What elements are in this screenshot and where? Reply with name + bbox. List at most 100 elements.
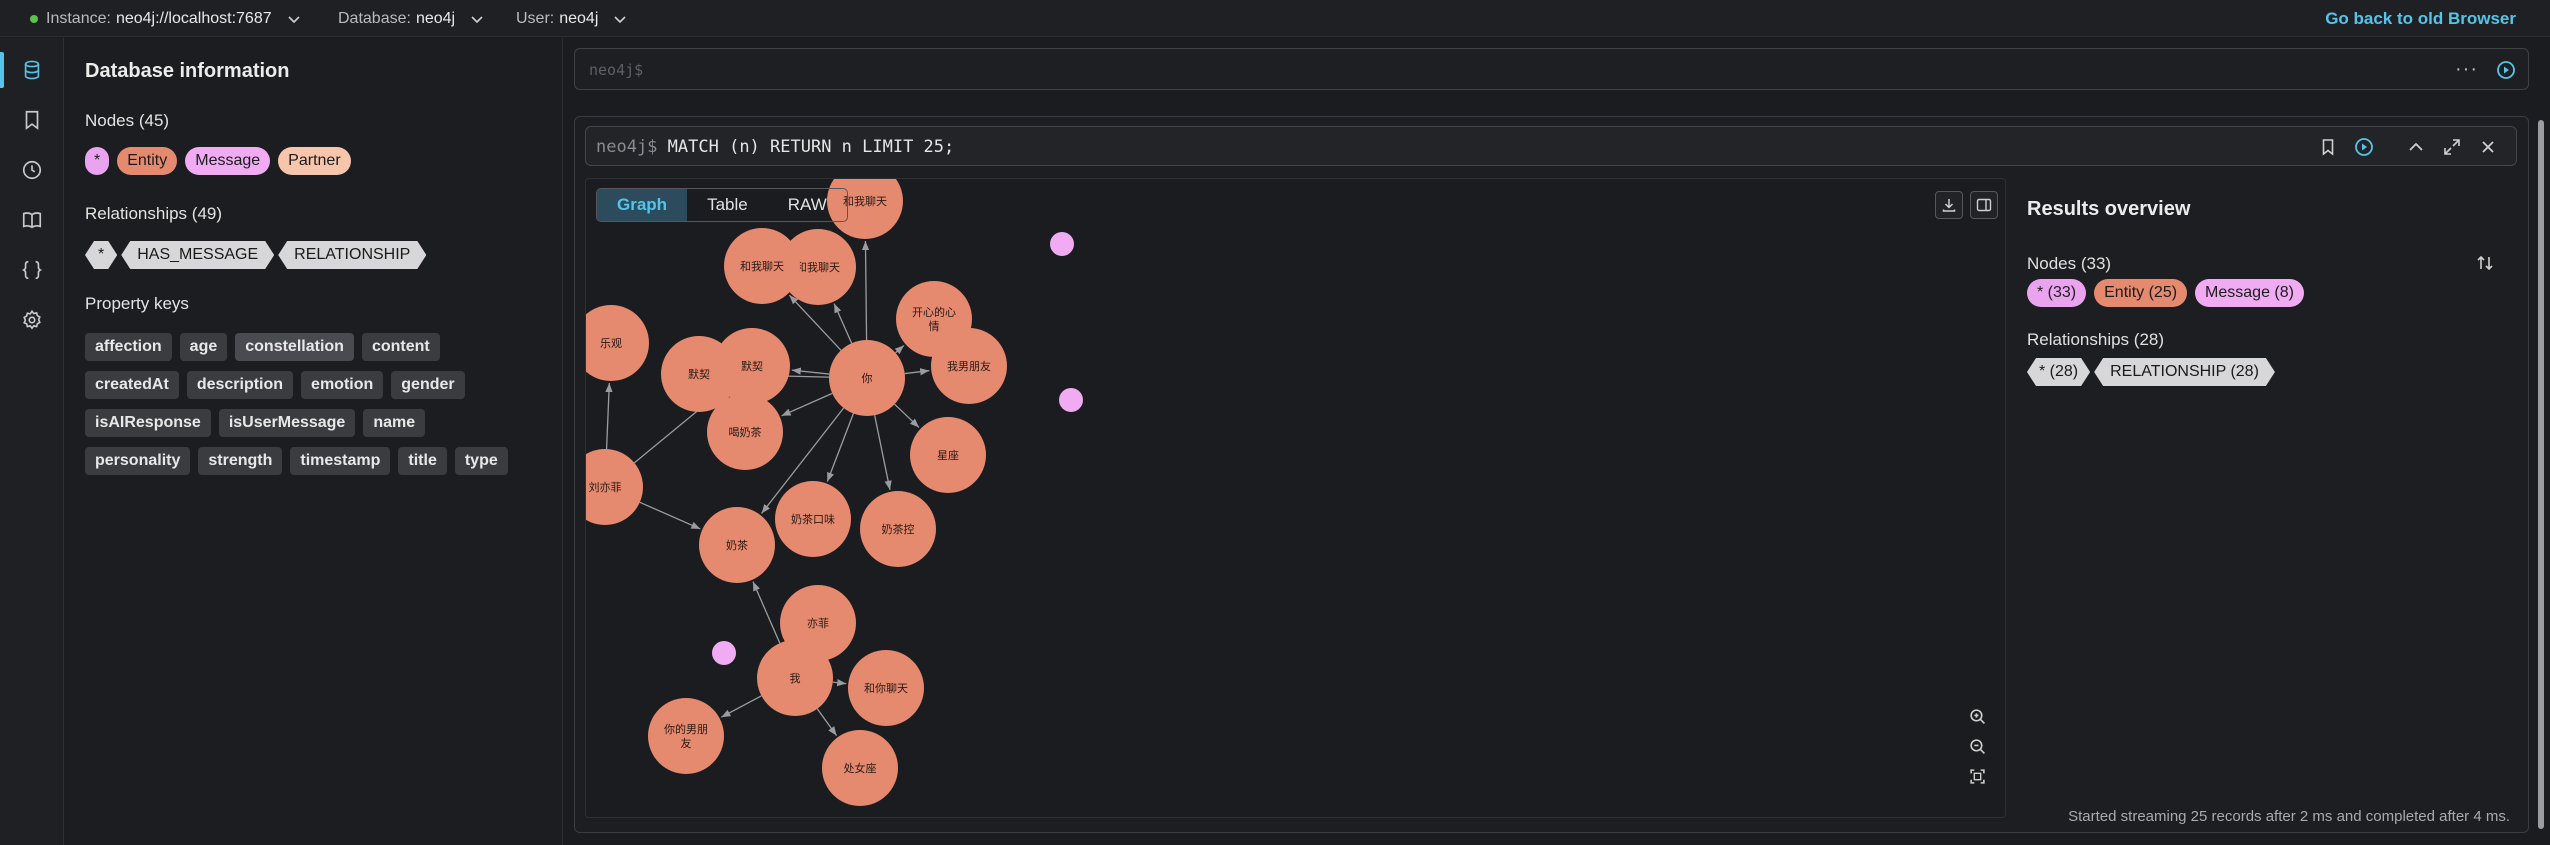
- scrollbar[interactable]: [2536, 116, 2546, 833]
- relationship-type-chip[interactable]: HAS_MESSAGE: [121, 241, 274, 269]
- user-selector[interactable]: User: neo4j: [516, 0, 628, 37]
- graph-node-label: 你: [862, 372, 873, 385]
- graph-node-entity[interactable]: 我: [757, 640, 833, 716]
- rerun-icon[interactable]: [2354, 137, 2374, 157]
- toggle-panel-button[interactable]: [1970, 191, 1998, 219]
- overview-node-chip[interactable]: Message (8): [2195, 279, 2304, 307]
- graph-node-message[interactable]: [712, 641, 736, 665]
- property-key-chip[interactable]: name: [363, 409, 426, 437]
- overview-relationship-chip[interactable]: RELATIONSHIP (28): [2094, 358, 2275, 386]
- graph-node-entity[interactable]: 星座: [910, 417, 986, 493]
- property-key-chip[interactable]: gender: [391, 371, 465, 399]
- collapse-icon[interactable]: [2406, 137, 2426, 157]
- bookmark-icon[interactable]: [2318, 137, 2338, 157]
- graph-node-entity[interactable]: 和你聊天: [848, 650, 924, 726]
- close-icon[interactable]: [2478, 137, 2498, 157]
- graph-relationship[interactable]: [639, 501, 701, 530]
- parameters-button[interactable]: [0, 246, 64, 294]
- zoom-in-button[interactable]: [1963, 703, 1991, 729]
- graph-node-label: 奶茶: [726, 538, 748, 552]
- property-key-chip[interactable]: constellation: [235, 333, 354, 361]
- relationship-type-chip[interactable]: RELATIONSHIP: [278, 241, 426, 269]
- run-query-icon[interactable]: [2496, 60, 2516, 80]
- node-label-chip[interactable]: Message: [185, 147, 271, 175]
- zoom-out-button[interactable]: [1963, 733, 1991, 759]
- instance-value: neo4j://localhost:7687: [115, 9, 272, 27]
- cypher-editor[interactable]: neo4j$ ···: [574, 48, 2529, 90]
- graph-node-label: 处女座: [844, 761, 877, 775]
- overview-relationship-chip[interactable]: * (28): [2027, 358, 2090, 386]
- property-key-chip[interactable]: createdAt: [85, 371, 179, 399]
- sort-icon[interactable]: [2475, 253, 2495, 273]
- graph-relationship[interactable]: [894, 403, 920, 428]
- graph-node-label: 你的男朋: [664, 722, 708, 736]
- database-selector[interactable]: Database: neo4j: [338, 0, 485, 37]
- graph-relationship[interactable]: [832, 679, 847, 687]
- tab-table[interactable]: Table: [687, 189, 768, 221]
- history-button[interactable]: [0, 146, 64, 194]
- graph-node-entity[interactable]: 我男朋友: [931, 328, 1007, 404]
- property-key-chip[interactable]: timestamp: [290, 447, 391, 475]
- graph-visualization[interactable]: 和我聊天和我聊天和我聊天开心的心情处女座乐观默契默契你我男朋友小可爱狮子座喝奶茶…: [585, 178, 2006, 818]
- graph-relationship[interactable]: [752, 581, 781, 644]
- scrollbar-thumb[interactable]: [2538, 120, 2544, 829]
- more-options-icon[interactable]: ···: [2455, 58, 2478, 81]
- node-label-chip[interactable]: Entity: [117, 147, 178, 175]
- frame-query[interactable]: neo4j$ MATCH (n) RETURN n LIMIT 25;: [596, 137, 954, 157]
- property-key-chip[interactable]: isUserMessage: [218, 409, 356, 437]
- fullscreen-icon[interactable]: [2442, 137, 2462, 157]
- tab-raw[interactable]: RAW: [768, 189, 847, 221]
- graph-canvas[interactable]: 和我聊天和我聊天和我聊天开心的心情处女座乐观默契默契你我男朋友小可爱狮子座喝奶茶…: [586, 179, 2006, 818]
- saved-cypher-button[interactable]: [0, 96, 64, 144]
- graph-relationship[interactable]: [874, 415, 892, 490]
- property-key-chip[interactable]: description: [186, 371, 294, 399]
- graph-node-entity[interactable]: 刘亦菲: [586, 449, 643, 525]
- property-key-chip[interactable]: isAIResponse: [85, 409, 211, 437]
- property-key-chip[interactable]: emotion: [301, 371, 384, 399]
- fit-to-screen-button[interactable]: [1963, 763, 1991, 789]
- graph-relationship[interactable]: [833, 303, 853, 344]
- graph-relationship[interactable]: [721, 695, 762, 718]
- graph-relationship[interactable]: [791, 367, 830, 375]
- graph-relationship[interactable]: [781, 392, 833, 417]
- graph-relationship[interactable]: [861, 240, 870, 341]
- node-label-list: * Entity Message Partner: [85, 147, 351, 175]
- graph-node-entity[interactable]: 你的男朋友: [648, 698, 724, 774]
- graph-relationship[interactable]: [605, 382, 613, 450]
- graph-node-message[interactable]: [1059, 388, 1083, 412]
- database-info-button[interactable]: [0, 46, 64, 94]
- graph-node-entity[interactable]: 和我聊天: [724, 228, 800, 304]
- graph-node-entity[interactable]: 奶茶: [699, 507, 775, 583]
- node-label-chip[interactable]: Partner: [278, 147, 351, 175]
- graph-relationship[interactable]: [904, 368, 930, 376]
- guides-button[interactable]: [0, 196, 64, 244]
- relationship-type-chip[interactable]: *: [85, 241, 117, 269]
- graph-relationship[interactable]: [816, 708, 838, 736]
- property-key-chip[interactable]: personality: [85, 447, 191, 475]
- instance-selector[interactable]: Instance: neo4j://localhost:7687: [30, 0, 302, 37]
- zoom-in-icon: [1969, 708, 1985, 724]
- property-key-chip[interactable]: strength: [198, 447, 283, 475]
- graph-node-entity[interactable]: 奶茶控: [860, 491, 936, 567]
- overview-node-chip[interactable]: * (33): [2027, 279, 2087, 307]
- download-button[interactable]: [1935, 191, 1963, 219]
- graph-node-message[interactable]: [1050, 232, 1074, 256]
- top-bar: Instance: neo4j://localhost:7687 Databas…: [0, 0, 2550, 37]
- graph-relationship[interactable]: [894, 344, 905, 355]
- old-browser-link[interactable]: Go back to old Browser: [2325, 0, 2516, 37]
- property-key-chip[interactable]: content: [361, 333, 440, 361]
- property-key-chip[interactable]: age: [179, 333, 228, 361]
- property-key-chip[interactable]: affection: [85, 333, 172, 361]
- overview-node-chip[interactable]: Entity (25): [2094, 279, 2188, 307]
- node-label-chip[interactable]: *: [85, 147, 110, 175]
- property-key-chip[interactable]: title: [398, 447, 447, 475]
- graph-node-entity[interactable]: 喝奶茶: [707, 394, 783, 470]
- graph-node-label: 刘亦菲: [589, 480, 622, 494]
- graph-node-entity[interactable]: 奶茶口味: [775, 481, 851, 557]
- tab-graph[interactable]: Graph: [597, 189, 688, 221]
- graph-node-entity[interactable]: 乐观: [586, 305, 649, 381]
- settings-button[interactable]: [0, 296, 64, 344]
- property-key-chip[interactable]: type: [454, 447, 508, 475]
- graph-node-entity[interactable]: 处女座: [822, 730, 898, 806]
- graph-node-entity[interactable]: 你: [829, 340, 905, 416]
